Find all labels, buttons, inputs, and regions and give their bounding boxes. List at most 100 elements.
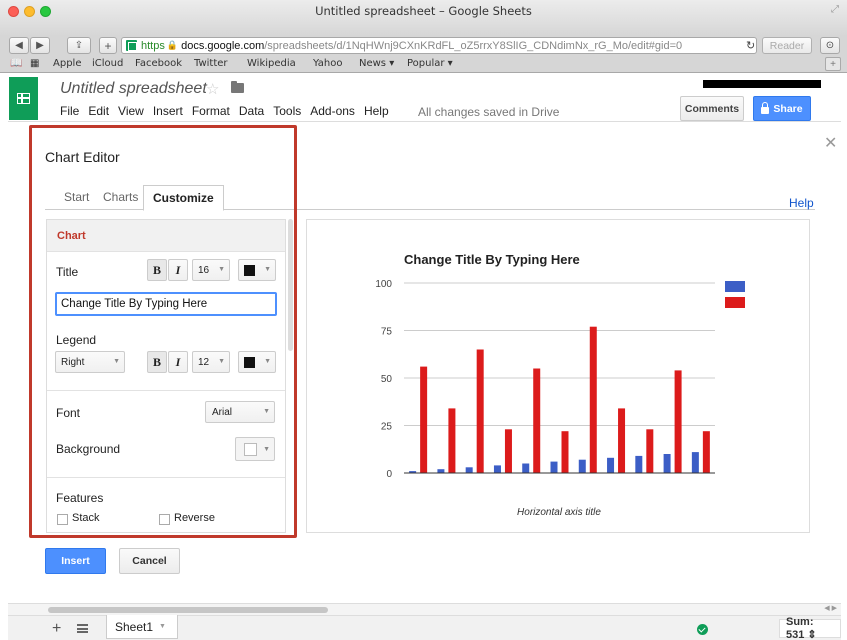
menu-format[interactable]: Format — [192, 104, 230, 120]
stack-checkbox[interactable] — [57, 514, 68, 525]
dialog-title: Chart Editor — [45, 149, 120, 165]
horizontal-scrollbar[interactable]: ◀ ▶ — [8, 603, 841, 615]
menu-insert[interactable]: Insert — [153, 104, 183, 120]
legend-swatch — [725, 281, 745, 292]
scroll-arrows-icon[interactable]: ◀ ▶ — [824, 604, 837, 612]
bookmark-apple[interactable]: Apple — [53, 58, 81, 69]
url-scheme: https — [141, 39, 165, 52]
chevron-down-icon: ▼ — [113, 358, 120, 365]
back-button[interactable]: ◀ — [9, 37, 29, 54]
legend-position-select[interactable]: Right ▼ — [55, 351, 125, 373]
share-page-button[interactable]: ⇪ — [67, 37, 91, 54]
y-tick-label: 100 — [375, 279, 392, 290]
browser-toolbar: ◀ ▶ ⇪ + https 🔒 docs.google.com /spreads… — [0, 36, 847, 56]
chevron-down-icon: ▼ — [264, 266, 271, 273]
menu-help[interactable]: Help — [364, 104, 389, 120]
explore-check-icon[interactable] — [697, 624, 708, 635]
tab-charts[interactable]: Charts — [103, 190, 138, 204]
x-axis-label: Horizontal axis title — [517, 507, 601, 518]
reverse-checkbox[interactable] — [159, 514, 170, 525]
sheet-list-icon[interactable] — [77, 624, 88, 633]
downloads-icon[interactable]: ⊙ — [820, 37, 840, 54]
chart-title: Change Title By Typing Here — [404, 252, 580, 267]
share-button[interactable]: Share — [753, 96, 811, 121]
title-color-select[interactable]: ▼ — [238, 259, 276, 281]
window-title: Untitled spreadsheet – Google Sheets — [315, 4, 532, 18]
legend-position-value: Right — [61, 356, 85, 368]
bar — [618, 408, 626, 473]
background-color-select[interactable]: ▼ — [235, 437, 275, 461]
lock-icon — [761, 101, 770, 114]
bookmark-news[interactable]: News ▾ — [359, 58, 394, 69]
address-bar[interactable]: https 🔒 docs.google.com /spreadsheets/d/… — [121, 37, 757, 54]
chevron-down-icon: ▼ — [218, 266, 225, 273]
legend-swatch — [725, 297, 745, 308]
new-tab-button[interactable]: + — [99, 37, 117, 54]
bookmark-twitter[interactable]: Twitter — [194, 58, 228, 69]
sheets-logo-icon[interactable] — [9, 77, 38, 120]
add-sheet-icon[interactable]: + — [52, 620, 61, 638]
document-title[interactable]: Untitled spreadsheet — [60, 80, 207, 98]
fullscreen-icon[interactable]: ⤢ — [831, 4, 839, 15]
y-tick-label: 75 — [381, 327, 393, 338]
menu-edit[interactable]: Edit — [88, 104, 109, 120]
font-label: Font — [56, 406, 81, 420]
insert-button[interactable]: Insert — [45, 548, 106, 574]
tab-start[interactable]: Start — [64, 190, 89, 204]
chevron-down-icon: ▼ — [263, 408, 270, 415]
menu-addons[interactable]: Add-ons — [310, 104, 355, 120]
bar — [578, 459, 586, 473]
title-bold-button[interactable]: B — [147, 259, 167, 281]
chart-section-header[interactable]: Chart — [47, 220, 285, 252]
color-swatch — [244, 356, 255, 368]
section-divider — [47, 477, 285, 478]
reverse-label: Reverse — [174, 512, 215, 524]
feature-checkbox[interactable] — [57, 532, 68, 533]
star-icon[interactable]: ☆ — [206, 80, 219, 98]
font-select[interactable]: Arial ▼ — [205, 401, 275, 423]
comments-button[interactable]: Comments — [680, 96, 744, 121]
reader-button[interactable]: Reader — [762, 37, 812, 54]
legend-color-select[interactable]: ▼ — [238, 351, 276, 373]
reload-icon[interactable]: ↻ — [746, 39, 755, 52]
feature-checkbox[interactable] — [159, 532, 170, 533]
bar — [589, 326, 597, 473]
color-swatch — [244, 264, 255, 276]
top-sites-icon[interactable]: ▦ — [30, 58, 39, 69]
sum-indicator[interactable]: Sum: 531 ⇕ — [779, 616, 841, 640]
bar — [476, 349, 484, 473]
legend-font-size-value: 12 — [198, 356, 210, 368]
legend-font-size-select[interactable]: 12 ▼ — [192, 351, 230, 373]
forward-button[interactable]: ▶ — [30, 37, 50, 54]
section-divider — [47, 390, 285, 391]
scrollbar-thumb[interactable] — [48, 607, 328, 613]
bookmark-wikipedia[interactable]: Wikipedia — [247, 58, 296, 69]
add-bookmark-button[interactable]: + — [825, 57, 841, 71]
cancel-button[interactable]: Cancel — [119, 548, 180, 574]
menu-file[interactable]: File — [60, 104, 79, 120]
sheet-tab[interactable]: Sheet1 ▼ — [106, 615, 178, 639]
close-icon[interactable]: ✕ — [824, 133, 837, 153]
help-link[interactable]: Help — [789, 196, 814, 210]
title-font-size-select[interactable]: 16 ▼ — [192, 259, 230, 281]
title-italic-button[interactable]: I — [168, 259, 188, 281]
menu-tools[interactable]: Tools — [273, 104, 301, 120]
redacted-account — [703, 80, 821, 88]
bookmark-popular[interactable]: Popular ▾ — [407, 58, 453, 69]
menu-data[interactable]: Data — [239, 104, 264, 120]
panel-scrollbar[interactable] — [288, 219, 293, 351]
chevron-down-icon[interactable]: ▼ — [159, 623, 166, 630]
reading-list-icon[interactable]: 📖 — [10, 58, 22, 69]
chevron-down-icon: ▼ — [264, 358, 271, 365]
legend-bold-button[interactable]: B — [147, 351, 167, 373]
bookmark-facebook[interactable]: Facebook — [135, 58, 182, 69]
bookmark-yahoo[interactable]: Yahoo — [313, 58, 342, 69]
legend-italic-button[interactable]: I — [168, 351, 188, 373]
chart-title-input[interactable]: Change Title By Typing Here — [55, 292, 277, 316]
bookmark-icloud[interactable]: iCloud — [92, 58, 123, 69]
tab-customize[interactable]: Customize — [143, 185, 224, 211]
menu-view[interactable]: View — [118, 104, 144, 120]
bar — [550, 461, 558, 473]
folder-icon[interactable] — [231, 81, 244, 93]
bar — [437, 469, 445, 473]
